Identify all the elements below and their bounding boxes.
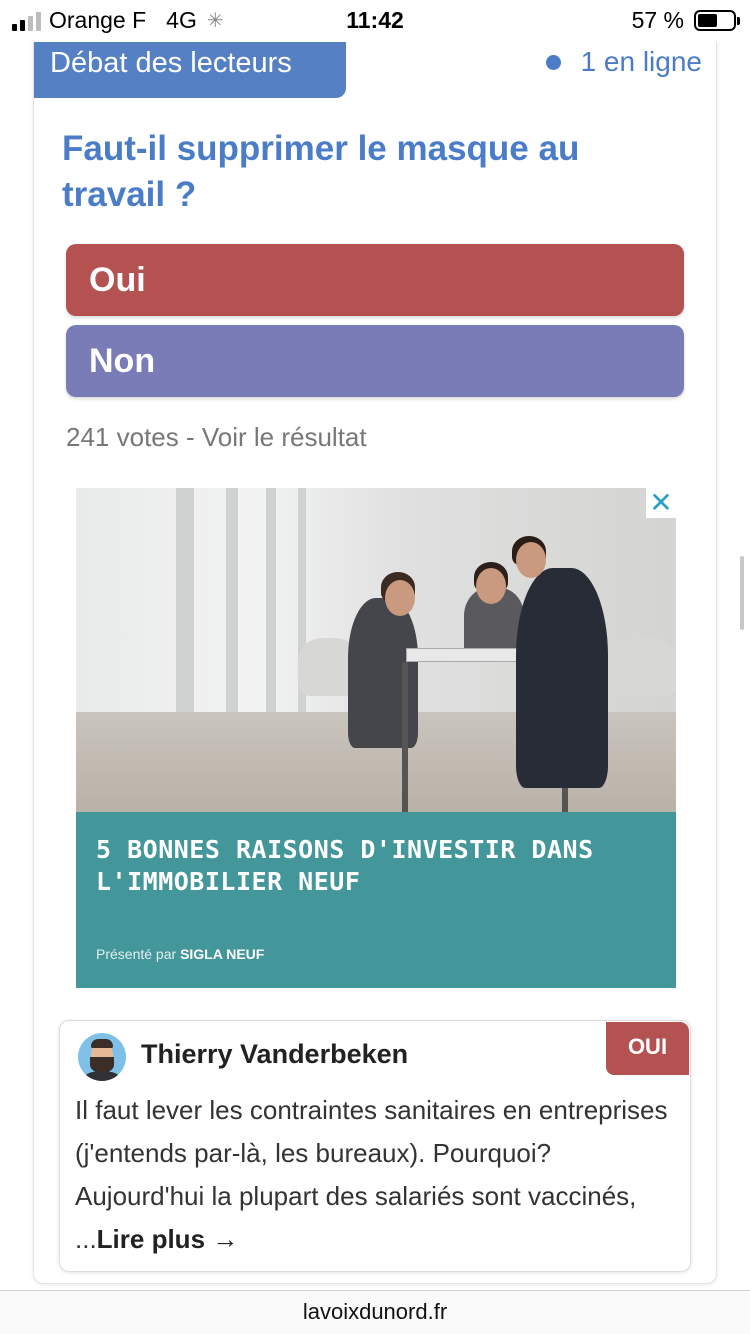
see-results-link[interactable]: Voir le résultat [202,422,367,452]
vote-oui-button[interactable]: Oui [66,244,684,316]
battery-percent: 57 % [631,7,684,33]
online-dot-icon [545,54,561,70]
ad-headline-line-1: 5 BONNES RAISONS D'INVESTIR DANS [96,835,594,864]
site-domain[interactable]: lavoixdunord.fr [303,1299,447,1324]
ad-banner[interactable]: 5 BONNES RAISONS D'INVESTIR DANS L'IMMOB… [76,812,676,988]
debate-question: Faut-il supprimer le masque au travail ? [62,129,580,214]
status-right: 57 % [631,7,740,34]
comment-author: Thierry Vanderbeken [141,1039,409,1069]
ad-photo[interactable] [76,488,676,812]
votes-count: 241 votes [66,422,179,452]
arrow-right-icon[interactable]: → [212,1224,238,1254]
advertisement[interactable]: ✕ 5 BONNES RAISONS D'INVESTIR DANS L'IMM… [76,488,676,988]
scrollbar[interactable] [740,556,744,630]
battery-fill [698,14,718,27]
read-more-label[interactable]: Lire plus [97,1224,205,1254]
vote-non-button[interactable]: Non [66,325,684,397]
close-icon[interactable]: ✕ [646,488,676,518]
ad-headline-line-2: L'IMMOBILIER NEUF [96,867,361,896]
read-more-link[interactable]: Lire plus → [97,1224,239,1254]
ad-sponsor-prefix: Présenté par [96,946,177,962]
ad-sponsor: Présenté par SIGLA NEUF [96,946,264,962]
votes-separator: - [178,422,202,452]
ad-sponsor-name: SIGLA NEUF [180,946,265,962]
vote-badge: OUI [606,1022,689,1075]
ad-headline: 5 BONNES RAISONS D'INVESTIR DANS L'IMMOB… [96,834,594,898]
comment-card[interactable]: Thierry Vanderbeken OUI Il faut lever le… [59,1020,691,1272]
browser-url-bar[interactable]: lavoixdunord.fr [0,1290,750,1334]
status-bar: Orange F 4G ✳ 11:42 57 % [0,0,750,42]
votes-summary: 241 votes - Voir le résultat [66,422,367,453]
debate-tab[interactable]: Débat des lecteurs [34,40,346,98]
avatar [78,1033,126,1081]
battery-icon [694,10,740,31]
online-indicator: 1 en ligne [545,46,702,78]
comment-text: Il faut lever les contraintes sanitaires… [75,1089,675,1261]
online-count: 1 en ligne [580,46,702,77]
